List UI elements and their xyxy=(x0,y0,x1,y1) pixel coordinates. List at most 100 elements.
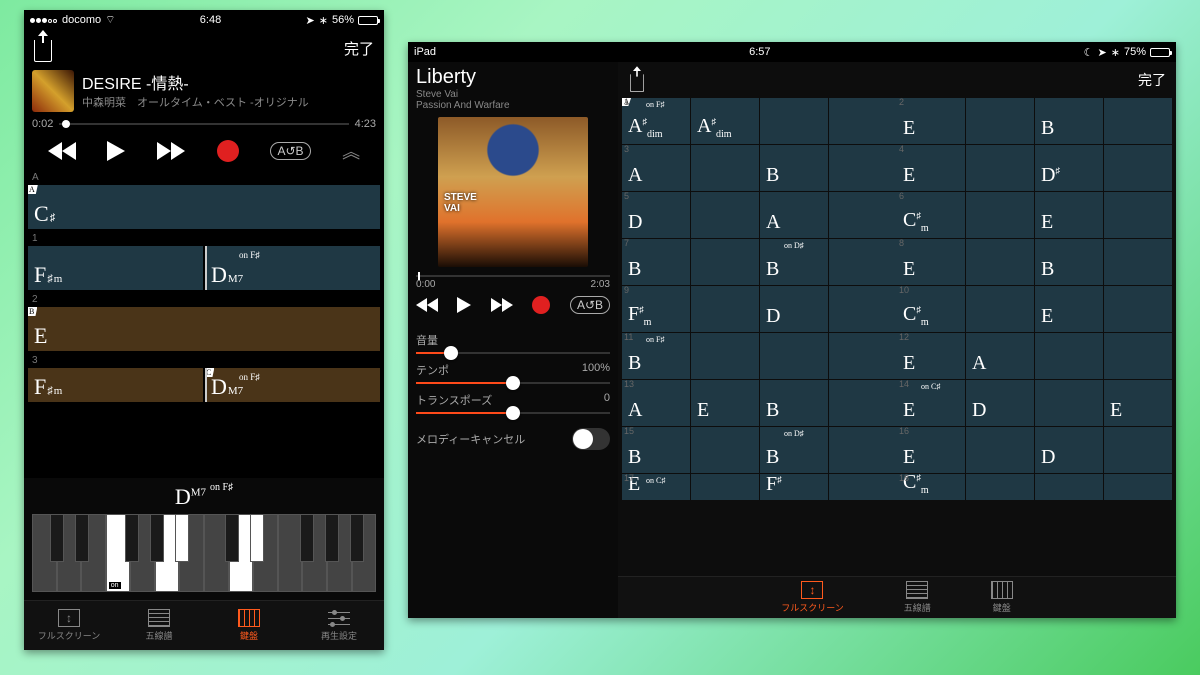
chord-cell[interactable]: B xyxy=(760,380,828,426)
record-button[interactable] xyxy=(532,296,550,314)
chord-cell[interactable]: F♯m xyxy=(28,246,203,290)
chord-cell[interactable]: B xyxy=(1035,98,1103,144)
chord-cell[interactable]: on F♯ DM7 xyxy=(205,246,380,290)
chord-cell[interactable] xyxy=(1035,333,1103,379)
chord-cell[interactable] xyxy=(1104,145,1172,191)
progress-slider[interactable] xyxy=(59,123,348,125)
chord-cell[interactable]: D♯ xyxy=(1035,145,1103,191)
chord-cell[interactable] xyxy=(829,98,897,144)
progress-slider[interactable] xyxy=(416,275,610,277)
chord-cell[interactable]: B xyxy=(622,239,690,285)
chord-cell[interactable] xyxy=(1104,239,1172,285)
chord-cell[interactable]: E xyxy=(691,380,759,426)
tab-staff[interactable]: 五線譜 xyxy=(114,601,204,650)
ab-loop-button[interactable]: A↺B xyxy=(570,296,610,314)
chord-cell[interactable] xyxy=(691,192,759,238)
chord-cell[interactable] xyxy=(1104,192,1172,238)
chord-cell[interactable] xyxy=(1035,380,1103,426)
chord-cell[interactable] xyxy=(829,239,897,285)
volume-slider[interactable] xyxy=(416,352,610,354)
tab-staff[interactable]: 五線譜 xyxy=(904,581,931,614)
chord-cell[interactable]: C on F♯ DM7 xyxy=(205,368,380,402)
chord-cell[interactable]: A C♯ xyxy=(28,185,380,229)
rewind-button[interactable] xyxy=(416,298,438,312)
share-icon[interactable] xyxy=(34,40,52,62)
chord-cell[interactable]: E xyxy=(897,145,965,191)
chord-cell[interactable] xyxy=(1104,98,1172,144)
chord-cell[interactable] xyxy=(760,98,828,144)
chord-cell[interactable] xyxy=(829,333,897,379)
chord-cell[interactable]: Aon F♯A♯dim xyxy=(622,98,690,144)
chord-cell[interactable]: F♯m xyxy=(28,368,203,402)
done-button[interactable]: 完了 xyxy=(344,38,374,59)
chord-cell[interactable] xyxy=(1104,286,1172,332)
melody-cancel-toggle[interactable] xyxy=(572,428,610,450)
chord-cell[interactable]: A xyxy=(760,192,828,238)
album-art[interactable] xyxy=(438,117,588,267)
chord-cell[interactable]: B E xyxy=(28,307,380,351)
chord-cell[interactable]: A♯dim xyxy=(691,98,759,144)
chord-cell[interactable]: A xyxy=(966,333,1034,379)
chord-cell[interactable] xyxy=(691,427,759,473)
chord-cell[interactable]: E xyxy=(1035,286,1103,332)
chord-cell[interactable]: E xyxy=(1035,192,1103,238)
piano-keyboard[interactable]: on xyxy=(32,514,376,592)
chord-cell[interactable]: E xyxy=(897,239,965,285)
chord-cell[interactable]: D xyxy=(1035,427,1103,473)
chord-cell[interactable] xyxy=(691,145,759,191)
chord-cell[interactable]: F♯ xyxy=(760,474,828,500)
chord-cell[interactable]: E xyxy=(1104,380,1172,426)
chord-cell[interactable] xyxy=(966,145,1034,191)
chord-cell[interactable]: D xyxy=(760,286,828,332)
chord-cell[interactable]: C♯m xyxy=(897,192,965,238)
chord-cell[interactable] xyxy=(1104,333,1172,379)
chord-cell[interactable]: D xyxy=(622,192,690,238)
chord-cell[interactable] xyxy=(829,474,897,500)
forward-button[interactable] xyxy=(157,142,185,160)
chord-cell[interactable] xyxy=(829,192,897,238)
tempo-slider[interactable] xyxy=(416,382,610,384)
collapse-icon[interactable]: ︽ xyxy=(342,138,360,164)
tab-piano[interactable]: 鍵盤 xyxy=(204,601,294,650)
chord-cell[interactable] xyxy=(1104,427,1172,473)
chord-cell[interactable] xyxy=(829,286,897,332)
chord-cell[interactable] xyxy=(966,474,1034,500)
ab-loop-button[interactable]: A↺B xyxy=(270,142,310,160)
chord-cell[interactable]: F♯m xyxy=(622,286,690,332)
chord-cell[interactable] xyxy=(829,145,897,191)
tab-piano[interactable]: 鍵盤 xyxy=(991,581,1013,614)
tab-fullscreen[interactable]: フルスクリーン xyxy=(24,601,114,650)
chord-cell[interactable]: E xyxy=(897,98,965,144)
chord-cell[interactable]: on D♯B xyxy=(760,427,828,473)
chord-cell[interactable] xyxy=(691,239,759,285)
chord-cell[interactable] xyxy=(760,333,828,379)
play-button[interactable] xyxy=(457,297,471,313)
chord-cell[interactable]: A xyxy=(622,145,690,191)
chord-cell[interactable] xyxy=(966,239,1034,285)
chord-cell[interactable] xyxy=(966,427,1034,473)
record-button[interactable] xyxy=(217,140,239,162)
tab-playback[interactable]: 再生設定 xyxy=(294,601,384,650)
chord-cell[interactable]: on D♯B xyxy=(760,239,828,285)
chord-cell[interactable] xyxy=(966,98,1034,144)
album-art[interactable] xyxy=(32,70,74,112)
forward-button[interactable] xyxy=(491,298,513,312)
chord-cell[interactable] xyxy=(966,192,1034,238)
chord-cell[interactable] xyxy=(829,427,897,473)
chord-cell[interactable] xyxy=(691,474,759,500)
chord-cell[interactable] xyxy=(691,286,759,332)
chord-cell[interactable]: B xyxy=(760,145,828,191)
chord-cell[interactable] xyxy=(1035,474,1103,500)
done-button[interactable]: 完了 xyxy=(1138,70,1166,90)
chord-cell[interactable] xyxy=(829,380,897,426)
chord-cell[interactable]: B xyxy=(1035,239,1103,285)
tab-fullscreen[interactable]: フルスクリーン xyxy=(781,581,844,614)
rewind-button[interactable] xyxy=(48,142,76,160)
chord-cell[interactable]: D xyxy=(966,380,1034,426)
chord-cell[interactable] xyxy=(1104,474,1172,500)
transpose-slider[interactable] xyxy=(416,412,610,414)
chord-cell[interactable] xyxy=(966,286,1034,332)
share-icon[interactable] xyxy=(630,74,644,92)
play-button[interactable] xyxy=(107,141,125,161)
chord-cell[interactable] xyxy=(691,333,759,379)
